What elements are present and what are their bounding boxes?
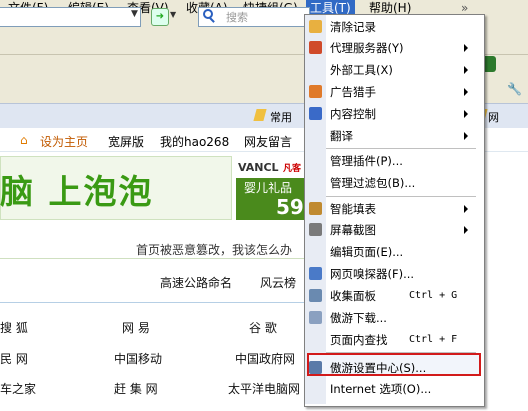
banner-text: 脑 上泡泡 — [0, 172, 154, 211]
submenu-arrow-icon — [464, 44, 468, 52]
site-link[interactable]: 谷 歌 — [249, 319, 277, 336]
screenshot-icon — [309, 223, 322, 236]
my-hao-link[interactable]: 我的hao268 — [160, 133, 229, 150]
download-icon — [309, 311, 322, 324]
ad-brand: VANCL — [238, 161, 279, 174]
set-homepage-link[interactable]: 设为主页 — [40, 133, 88, 150]
address-input[interactable] — [0, 7, 141, 27]
tools-menu-item[interactable]: 代理服务器(Y) — [330, 40, 404, 56]
site-link[interactable]: 民 网 — [0, 350, 28, 367]
news-link[interactable]: 风云榜 — [260, 274, 296, 291]
submenu-arrow-icon — [464, 132, 468, 140]
favorite-common[interactable]: 常用 — [270, 109, 292, 125]
site-link[interactable]: 中国移动 — [114, 350, 162, 367]
broom-icon — [309, 20, 322, 33]
tools-menu-item[interactable]: 傲游设置中心(S)... — [330, 360, 426, 376]
menu-separator — [326, 352, 476, 353]
address-dropdown-icon[interactable]: ▼ — [131, 9, 138, 19]
wrench-icon[interactable]: 🔧 — [507, 82, 522, 96]
go-button[interactable]: ➜ — [151, 8, 169, 26]
submenu-arrow-icon — [464, 205, 468, 213]
notice-link[interactable]: 首页被恶意篡改，我该怎么办 — [136, 241, 292, 258]
menu-separator — [326, 148, 476, 149]
ad-line1: 婴儿礼品 — [244, 181, 293, 195]
tools-menu-item[interactable]: 傲游下载... — [330, 310, 387, 326]
tools-menu-item[interactable]: 翻译 — [330, 128, 353, 144]
tools-menu-item[interactable]: 清除记录 — [330, 19, 376, 35]
tools-menu-item[interactable]: Internet 选项(O)... — [330, 381, 431, 397]
ad-brand-suffix: 凡客 — [283, 164, 302, 174]
menu-separator — [326, 196, 476, 197]
settings-center-icon — [309, 361, 322, 374]
sniffer-icon — [309, 267, 322, 280]
site-link[interactable]: 赶 集 网 — [114, 380, 158, 397]
guestbook-link[interactable]: 网友留言 — [244, 133, 292, 150]
submenu-arrow-icon — [464, 88, 468, 96]
menu-item-shortcut: Ctrl + F — [409, 334, 458, 345]
home-icon: ⌂ — [20, 133, 28, 147]
divider — [0, 302, 306, 303]
go-dropdown-icon[interactable]: ▼ — [170, 10, 176, 19]
site-link[interactable]: 搜 狐 — [0, 319, 28, 336]
news-link[interactable]: 高速公路命名 — [160, 274, 232, 291]
tools-menu-item[interactable]: 页面内查找 — [330, 332, 388, 348]
site-link[interactable]: 中国政府网 — [235, 350, 295, 367]
tools-menu-item[interactable]: 外部工具(X) — [330, 62, 393, 78]
tools-menu-item[interactable]: 内容控制 — [330, 106, 376, 122]
tools-menu-item[interactable]: 网页嗅探器(F)... — [330, 266, 414, 282]
tools-menu-item[interactable]: 管理过滤包(B)... — [330, 175, 415, 191]
site-link[interactable]: 太平洋电脑网 — [228, 380, 300, 397]
tools-menu-item[interactable]: 智能填表 — [330, 201, 376, 217]
menu-item-shortcut: Ctrl + G — [409, 290, 458, 301]
form-fill-icon — [309, 202, 322, 215]
divider — [0, 258, 306, 259]
search-input[interactable] — [198, 7, 310, 27]
content-control-icon — [309, 107, 322, 120]
tools-menu-item[interactable]: 屏幕截图 — [330, 222, 376, 238]
ad-hunter-icon — [309, 85, 322, 98]
proxy-icon — [309, 41, 322, 54]
submenu-arrow-icon — [464, 226, 468, 234]
submenu-arrow-icon — [464, 66, 468, 74]
site-link[interactable]: 网 易 — [122, 319, 150, 336]
search-placeholder: 搜索 — [226, 11, 248, 24]
tools-menu-item[interactable]: 管理插件(P)... — [330, 153, 403, 169]
ad-price: 59 — [276, 195, 304, 219]
tools-menu-item[interactable]: 收集面板 — [330, 288, 376, 304]
tools-menu-item[interactable]: 编辑页面(E)... — [330, 244, 403, 260]
submenu-arrow-icon — [464, 110, 468, 118]
site-link[interactable]: 车之家 — [0, 380, 36, 397]
favorite-item[interactable]: 网 — [488, 109, 499, 125]
collect-panel-icon — [309, 289, 322, 302]
widescreen-link[interactable]: 宽屏版 — [108, 133, 144, 150]
tools-menu-item[interactable]: 广告猎手 — [330, 84, 376, 100]
